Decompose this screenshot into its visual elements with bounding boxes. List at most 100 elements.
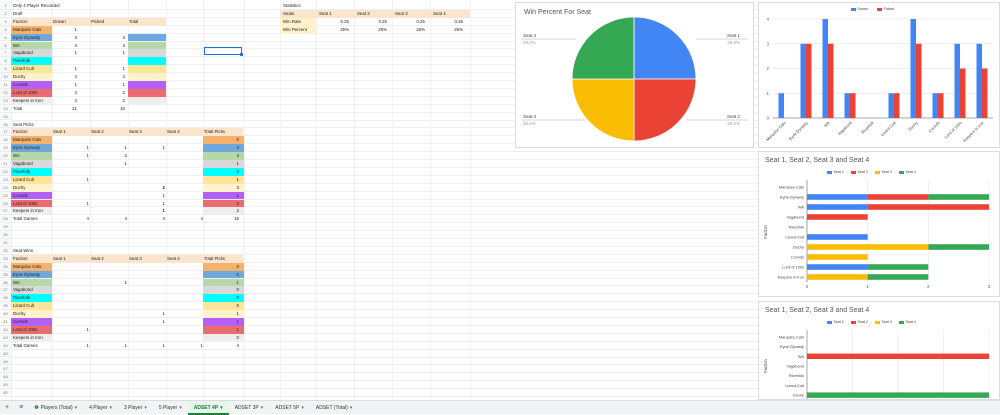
row-number[interactable]: 24 [0, 183, 11, 192]
column-header: Seat 3 [129, 129, 142, 135]
row-number[interactable]: 2 [0, 9, 11, 18]
row-number[interactable]: 29 [0, 223, 11, 232]
sheet-tab-5-player[interactable]: 5 Player ▾ [153, 401, 188, 415]
faction-cell: Lord of 100s [13, 89, 38, 95]
row-number[interactable]: 20 [0, 152, 11, 160]
faction-cell: Lord of 100s [13, 200, 38, 206]
tab-dropdown-icon[interactable]: ▾ [75, 405, 78, 411]
pie-chart-panel[interactable]: Win Percent For Seat Seat 1 25.0% Seat 2 25… [515, 2, 754, 148]
row-number[interactable]: 13 [0, 96, 11, 105]
row-number[interactable]: 11 [0, 81, 11, 89]
row-number[interactable]: 31 [0, 239, 11, 247]
row-number[interactable]: 19 [0, 144, 11, 153]
row-number[interactable]: 33 [0, 254, 11, 263]
tab-dropdown-icon[interactable]: ▾ [144, 405, 147, 411]
tab-dropdown-icon[interactable]: ▾ [220, 405, 223, 411]
add-sheet-icon[interactable]: + [0, 404, 14, 411]
y-tick-label: Vagabond [787, 215, 804, 220]
stacked-bar-chart-panel[interactable]: Seat 1, Seat 2, Seat 3 and Seat 4 Seat 1… [758, 151, 1000, 297]
tab-dropdown-icon[interactable]: ▾ [109, 405, 112, 411]
tab-label: 3 Player [124, 404, 143, 411]
row-number[interactable]: 7 [0, 49, 11, 58]
bar-drawn [976, 43, 982, 118]
row-number[interactable]: 43 [0, 333, 11, 342]
column-header: Seat 1 [53, 255, 66, 261]
row-number[interactable]: 37 [0, 286, 11, 295]
row-number[interactable]: 28 [0, 215, 11, 224]
drawn-cell: 1 [74, 82, 77, 87]
row-number[interactable]: 35 [0, 270, 11, 279]
row-number[interactable]: 39 [0, 302, 11, 311]
row-number[interactable]: 38 [0, 294, 11, 303]
sheet-tab-adset-4p[interactable]: ADSET 4P ▾ [187, 400, 229, 415]
selected-cell[interactable] [204, 47, 242, 55]
column-chart-panel[interactable]: Drawn Picked 0 1 2 3 4 Marquise Cats Eyrie Dyn… [758, 2, 1000, 148]
total-label: Total Games [13, 342, 38, 348]
bar-seat-3 [807, 274, 868, 280]
row-number[interactable]: 4 [0, 25, 11, 34]
row-number[interactable]: 40 [0, 310, 11, 318]
row-number[interactable]: 18 [0, 136, 11, 145]
row-number[interactable]: 15 [0, 112, 11, 121]
row-number[interactable]: 3 [0, 17, 11, 26]
total-cell: 0 [236, 303, 239, 309]
row-number[interactable]: 49 [0, 381, 11, 390]
tab-dropdown-icon[interactable]: ▾ [350, 405, 353, 411]
picked-cell: 1 [122, 50, 125, 56]
row-number[interactable]: 21 [0, 160, 11, 168]
total-cell: 0 [236, 271, 239, 277]
row-number[interactable]: 44 [0, 341, 11, 350]
sheet-tab-adset-3p[interactable]: ADSET 3P ▾ [229, 401, 270, 415]
tab-dropdown-icon[interactable]: ▾ [179, 405, 182, 411]
sheet-tab-adset-5p[interactable]: ADSET 5P ▾ [269, 401, 310, 415]
sheet-tab-players-total[interactable]: ❶ Players (Total) ▾ [28, 401, 83, 415]
row-number[interactable]: 47 [0, 365, 11, 374]
row-number[interactable]: 12 [0, 88, 11, 97]
row-number[interactable]: 50 [0, 389, 11, 397]
bar-seat-1 [807, 204, 868, 210]
row-number[interactable]: 14 [0, 104, 11, 113]
row-number[interactable]: 46 [0, 357, 11, 366]
fill-handle[interactable] [240, 53, 243, 56]
all-sheets-menu-icon[interactable]: ≡ [14, 404, 28, 411]
bar-seat-4 [928, 244, 989, 250]
row-number[interactable]: 1 [0, 2, 11, 10]
row-number[interactable]: 9 [0, 65, 11, 74]
row-number[interactable]: 22 [0, 167, 11, 176]
seat-cell [146, 271, 166, 279]
bar-drawn [954, 43, 960, 118]
tab-dropdown-icon[interactable]: ▾ [301, 405, 304, 411]
sheet-tab-4-player[interactable]: 4 Player ▾ [83, 401, 118, 415]
row-number[interactable]: 41 [0, 318, 11, 326]
seat-cell [146, 334, 166, 342]
row-number[interactable]: 17 [0, 128, 11, 137]
tab-dropdown-icon[interactable]: ▾ [261, 405, 264, 411]
row-number[interactable]: 42 [0, 325, 11, 334]
seat-cell: 1 [162, 311, 165, 317]
row-number[interactable]: 36 [0, 278, 11, 287]
row-number[interactable]: 8 [0, 57, 11, 66]
row-number[interactable]: 6 [0, 41, 11, 50]
row-number[interactable]: 34 [0, 262, 11, 271]
sheet-tab-adset-total[interactable]: ADSET (Total) ▾ [310, 401, 358, 415]
bar-drawn [910, 19, 916, 118]
row-number[interactable]: 27 [0, 207, 11, 216]
row-number[interactable]: 26 [0, 199, 11, 208]
pie-slice-2 [633, 78, 697, 142]
bar-seat-4 [867, 274, 929, 280]
row-number[interactable]: 48 [0, 373, 11, 382]
row-number[interactable]: 23 [0, 175, 11, 184]
y-axis-title: Faction [763, 358, 768, 372]
stacked-bar-chart-panel-2[interactable]: Seat 1, Seat 2, Seat 3 and Seat 4 Seat 1… [758, 301, 1000, 400]
row-number[interactable]: 32 [0, 246, 11, 255]
sheet-tab-3-player[interactable]: 3 Player ▾ [118, 401, 153, 415]
row-number[interactable]: 16 [0, 120, 11, 129]
row-number[interactable]: 5 [0, 33, 11, 42]
row-number[interactable]: 30 [0, 231, 11, 239]
row-number[interactable]: 10 [0, 73, 11, 81]
row-number[interactable]: 45 [0, 349, 11, 358]
seat-cell [70, 279, 90, 287]
row-number[interactable]: 25 [0, 191, 11, 200]
seat-cell [70, 294, 90, 302]
column-header: Seat 1 [53, 129, 66, 135]
